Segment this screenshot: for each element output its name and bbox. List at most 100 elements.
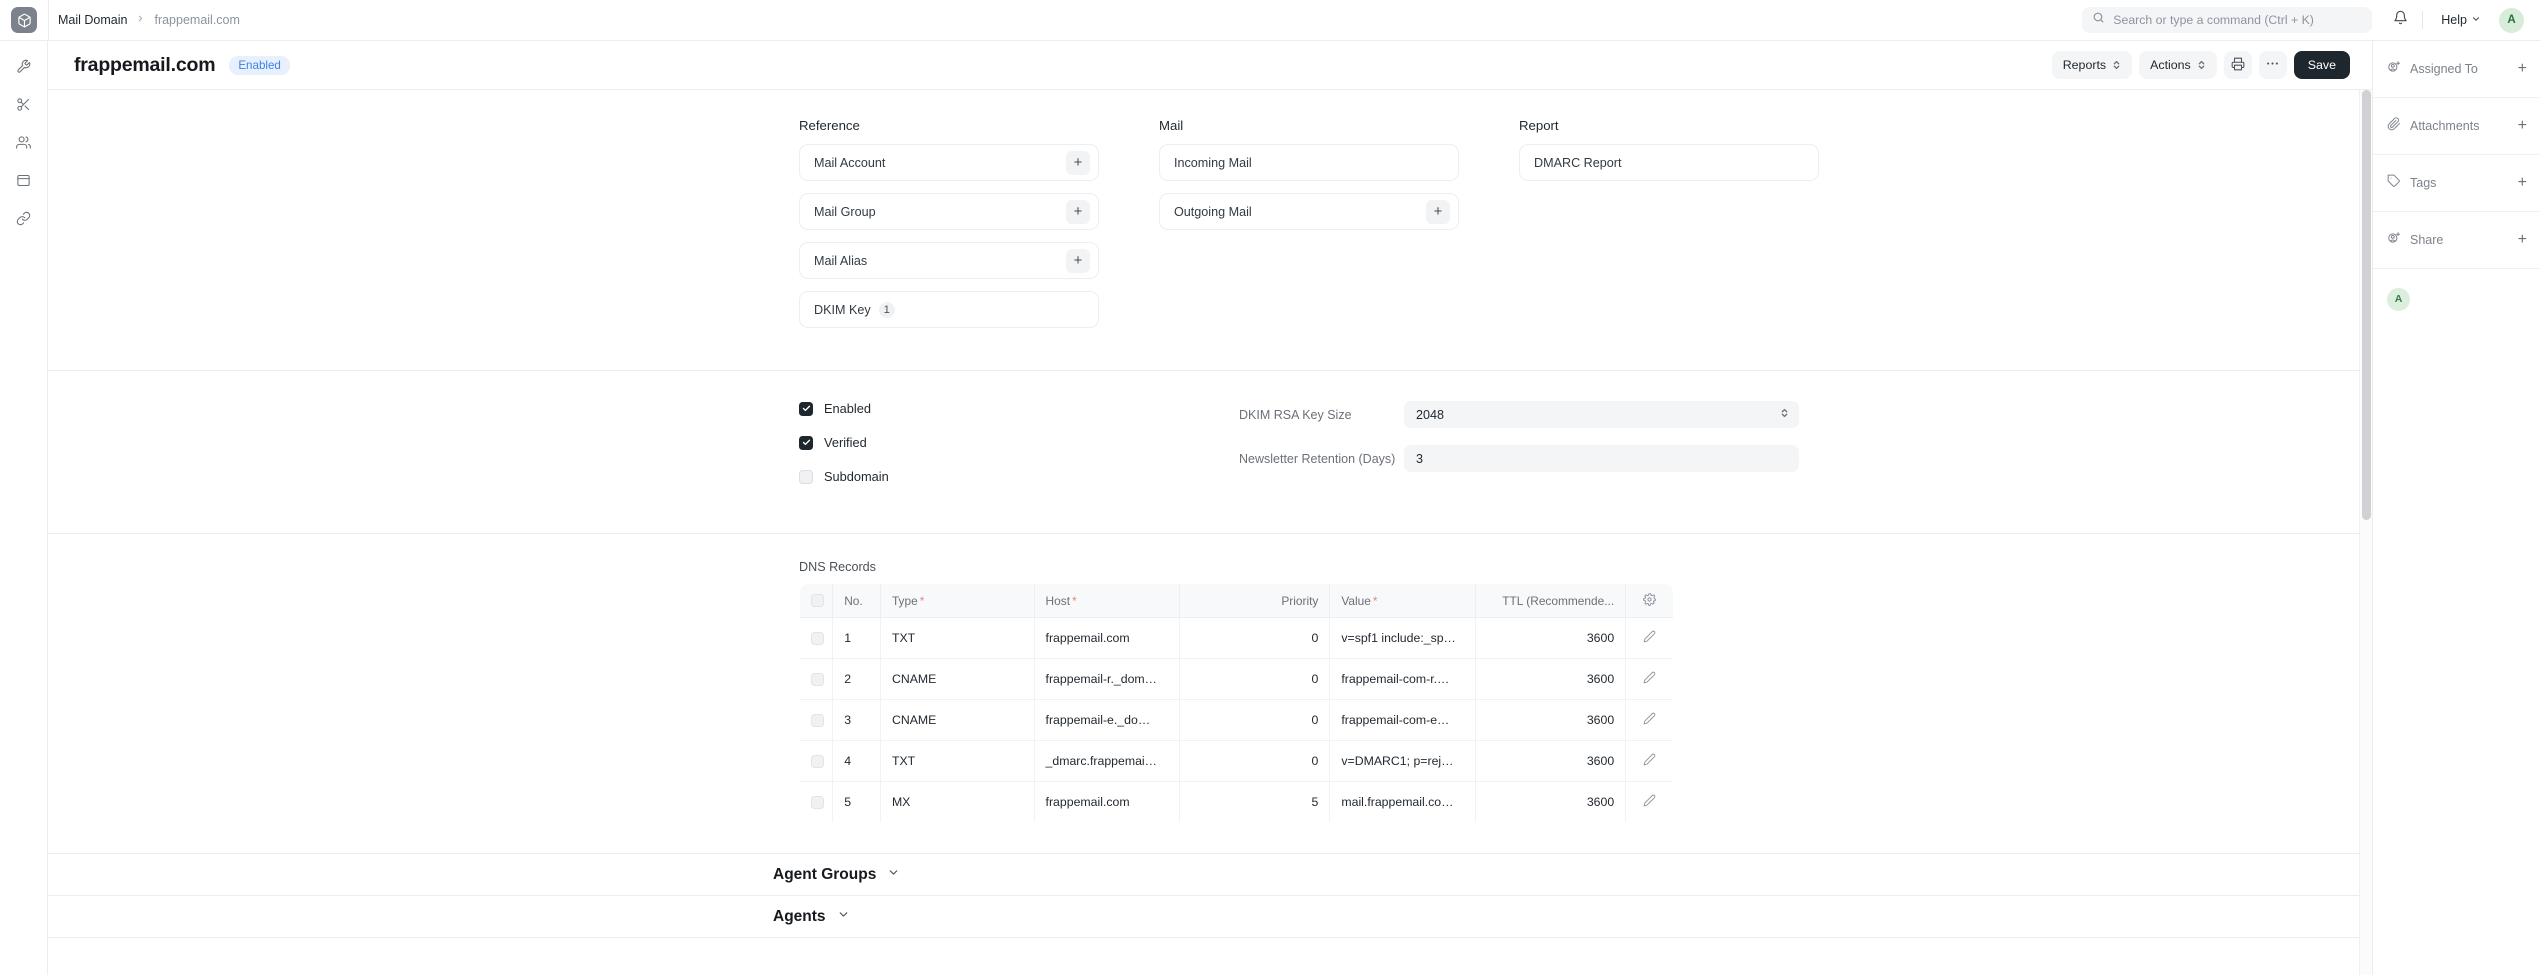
row-edit-button[interactable] xyxy=(1625,658,1673,700)
breadcrumb-parent[interactable]: Mail Domain xyxy=(58,13,127,27)
cell-priority[interactable]: 0 xyxy=(1179,658,1331,700)
gear-icon[interactable] xyxy=(1643,592,1657,609)
row-edit-button[interactable] xyxy=(1626,782,1673,823)
sidebar-item-tags[interactable]: Tags + xyxy=(2373,155,2540,212)
pencil-icon[interactable] xyxy=(1643,712,1656,728)
scrollbar-thumb[interactable] xyxy=(2362,90,2371,520)
pencil-icon[interactable] xyxy=(1643,753,1656,769)
row-select-checkbox[interactable] xyxy=(800,781,834,822)
field-input-newsletter-retention[interactable]: 3 xyxy=(1404,445,1799,472)
link-field-dmarc-report[interactable]: DMARC Report xyxy=(1519,144,1819,181)
scissors-icon[interactable] xyxy=(9,89,39,119)
cell-no[interactable]: 4 xyxy=(832,740,881,782)
link-field-mail-alias[interactable]: Mail Alias + xyxy=(799,242,1099,279)
cell-value[interactable]: frappemail-com-e… xyxy=(1329,699,1476,741)
pencil-icon[interactable] xyxy=(1643,630,1656,646)
table-row[interactable]: 2 CNAME frappemail-r._dom… 0 frappemail-com-… xyxy=(800,658,1673,700)
actions-button[interactable]: Actions xyxy=(2139,51,2217,79)
row-select-checkbox[interactable] xyxy=(800,740,834,782)
avatar[interactable]: A xyxy=(2499,7,2524,33)
checkbox[interactable] xyxy=(811,754,824,768)
row-edit-button[interactable] xyxy=(1625,699,1673,741)
avatar[interactable]: A xyxy=(2387,287,2410,311)
checkbox[interactable] xyxy=(811,631,824,645)
link-field-mail-account[interactable]: Mail Account + xyxy=(799,144,1099,181)
cell-type[interactable]: CNAME xyxy=(880,699,1035,741)
cell-ttl[interactable]: 3600 xyxy=(1475,658,1627,700)
cell-no[interactable]: 1 xyxy=(832,617,881,659)
link-field-incoming-mail[interactable]: Incoming Mail xyxy=(1159,144,1459,181)
checkbox-box[interactable] xyxy=(799,435,813,450)
cell-no[interactable]: 2 xyxy=(832,658,881,700)
table-row[interactable]: 5 MX frappemail.com 5 mail.frappemail.co… 360… xyxy=(800,781,1673,823)
cell-host[interactable]: frappemail-r._dom… xyxy=(1034,658,1180,700)
sidebar-item-attachments[interactable]: Attachments + xyxy=(2373,98,2540,155)
cell-host[interactable]: _dmarc.frappemai… xyxy=(1034,740,1180,782)
checkbox[interactable] xyxy=(811,795,824,809)
link-icon[interactable] xyxy=(9,203,39,233)
cell-priority[interactable]: 0 xyxy=(1179,740,1331,782)
table-row[interactable]: 3 CNAME frappemail-e._do… 0 frappemail-com-e… xyxy=(800,699,1673,741)
link-field-mail-group[interactable]: Mail Group + xyxy=(799,193,1099,230)
sidebar-item-assigned-to[interactable]: Assigned To + xyxy=(2373,41,2540,98)
cell-host[interactable]: frappemail-e._do… xyxy=(1034,699,1180,741)
checkbox-box[interactable] xyxy=(799,401,813,416)
save-button[interactable]: Save xyxy=(2293,51,2350,79)
cell-type[interactable]: MX xyxy=(880,781,1035,822)
sidebar-item-share[interactable]: Share + xyxy=(2373,212,2540,269)
cell-no[interactable]: 5 xyxy=(832,781,881,822)
cell-type[interactable]: TXT xyxy=(880,740,1035,782)
search-input[interactable]: Search or type a command (Ctrl + K) xyxy=(2082,7,2373,33)
row-select-checkbox[interactable] xyxy=(800,658,834,700)
row-select-checkbox[interactable] xyxy=(800,699,834,741)
checkbox-subdomain[interactable]: Subdomain xyxy=(799,469,1239,484)
add-icon[interactable]: + xyxy=(1426,199,1450,224)
pencil-icon[interactable] xyxy=(1643,671,1656,687)
app-logo[interactable] xyxy=(0,0,48,41)
row-edit-button[interactable] xyxy=(1625,740,1673,782)
tool-icon[interactable] xyxy=(9,51,39,81)
add-icon[interactable]: + xyxy=(2518,175,2527,191)
checkbox[interactable] xyxy=(811,672,824,686)
table-row[interactable]: 4 TXT _dmarc.frappemai… 0 v=DMARC1; p=rej… 36… xyxy=(800,740,1673,782)
reports-button[interactable]: Reports xyxy=(2051,51,2133,79)
cell-type[interactable]: TXT xyxy=(880,617,1035,659)
cell-value[interactable]: v=DMARC1; p=rej… xyxy=(1329,740,1476,782)
cell-priority[interactable]: 0 xyxy=(1179,699,1331,741)
cell-value[interactable]: mail.frappemail.co… xyxy=(1329,781,1476,822)
form-scroll-area[interactable]: Reference Mail Account + Mail Group + Mail Al… xyxy=(48,90,2372,975)
chevron-down-icon[interactable] xyxy=(887,866,900,884)
link-field-outgoing-mail[interactable]: Outgoing Mail + xyxy=(1159,193,1459,230)
checkbox-verified[interactable]: Verified xyxy=(799,435,1239,450)
cell-priority[interactable]: 0 xyxy=(1179,617,1331,659)
cell-ttl[interactable]: 3600 xyxy=(1475,740,1627,782)
cell-ttl[interactable]: 3600 xyxy=(1475,699,1627,741)
cell-ttl[interactable]: 3600 xyxy=(1475,781,1627,822)
cell-value[interactable]: frappemail-com-r.… xyxy=(1329,658,1476,700)
notifications-button[interactable] xyxy=(2386,6,2414,34)
vertical-scrollbar[interactable] xyxy=(2359,90,2372,975)
help-menu-button[interactable]: Help xyxy=(2435,10,2487,30)
select-all-checkbox[interactable] xyxy=(800,584,834,618)
cell-host[interactable]: frappemail.com xyxy=(1034,781,1180,822)
checkbox-enabled[interactable]: Enabled xyxy=(799,401,1239,416)
link-field-dkim-key[interactable]: DKIM Key 1 xyxy=(799,291,1099,328)
more-options-button[interactable] xyxy=(2258,51,2287,79)
print-button[interactable] xyxy=(2223,51,2252,79)
add-icon[interactable]: + xyxy=(1066,150,1090,175)
checkbox[interactable] xyxy=(811,594,824,607)
cell-value[interactable]: v=spf1 include:_sp… xyxy=(1329,617,1476,659)
users-icon[interactable] xyxy=(9,127,39,157)
section-toggle[interactable]: Agents xyxy=(773,908,850,926)
section-toggle[interactable]: Agent Groups xyxy=(773,866,900,884)
table-row[interactable]: 1 TXT frappemail.com 0 v=spf1 include:_sp… 36… xyxy=(800,617,1673,659)
row-edit-button[interactable] xyxy=(1625,617,1673,659)
window-icon[interactable] xyxy=(9,165,39,195)
cell-type[interactable]: CNAME xyxy=(880,658,1035,700)
stepper-icon[interactable] xyxy=(1780,407,1789,422)
add-icon[interactable]: + xyxy=(2518,232,2527,248)
add-icon[interactable]: + xyxy=(2518,118,2527,134)
chevron-down-icon[interactable] xyxy=(837,908,850,926)
add-icon[interactable]: + xyxy=(1066,199,1090,224)
cell-no[interactable]: 3 xyxy=(832,699,881,741)
